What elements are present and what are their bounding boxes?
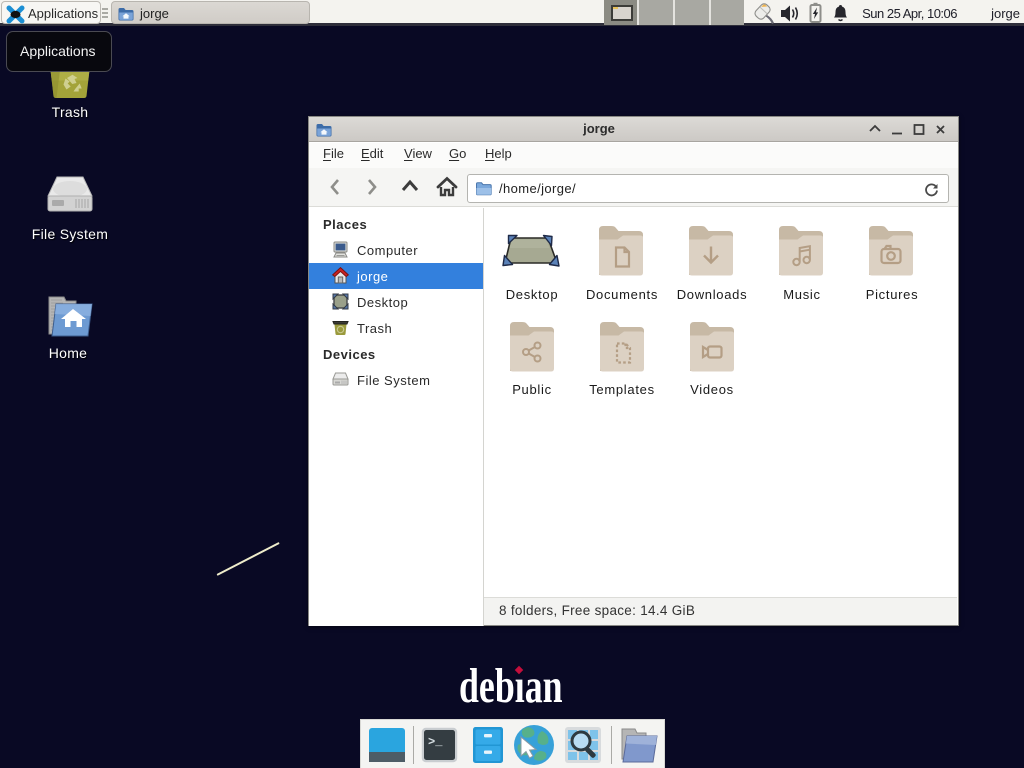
svg-text:>_: >_ xyxy=(428,735,443,749)
